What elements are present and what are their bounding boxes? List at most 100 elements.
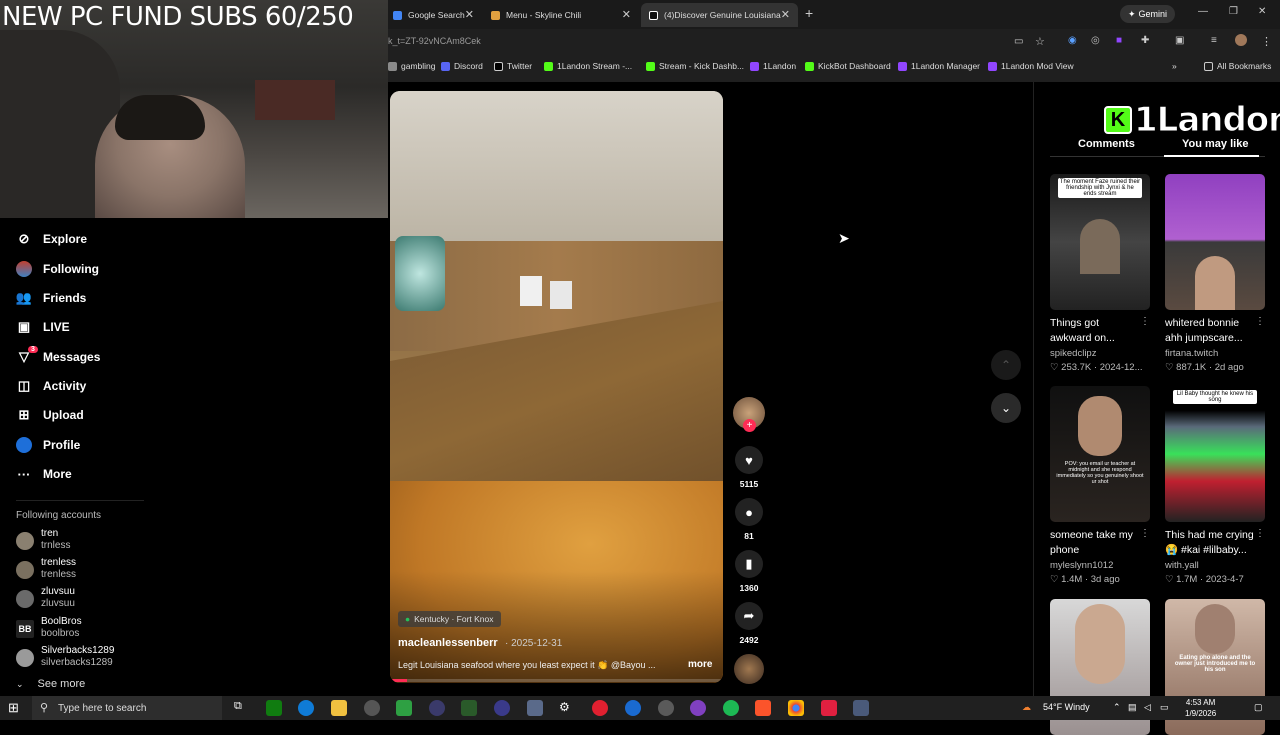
nav-activity[interactable]: ◫ Activity [16, 375, 87, 397]
nav-upload[interactable]: ⊞ Upload [16, 404, 84, 426]
network-icon[interactable]: ▤ [1128, 702, 1137, 713]
previous-video-button[interactable]: ⌃ [991, 350, 1021, 380]
app-icon[interactable] [625, 700, 641, 716]
task-view-icon[interactable]: ⧉ [234, 700, 250, 716]
see-more-button[interactable]: ⌄ See more [16, 678, 85, 690]
next-video-button[interactable]: ⌄ [991, 393, 1021, 423]
nav-friends[interactable]: 👥 Friends [16, 287, 86, 309]
profile-avatar[interactable] [1235, 34, 1247, 46]
bookmark-1landon-mod-view[interactable]: 1Landon Mod View [988, 61, 1074, 71]
tab-you-may-like[interactable]: You may like [1182, 138, 1248, 150]
app-icon[interactable] [821, 700, 837, 716]
tab-comments[interactable]: Comments [1078, 138, 1135, 150]
video-card[interactable]: whitered bonnie ahh jumpscare... ⋮ firta… [1165, 174, 1265, 373]
kebab-menu-icon[interactable]: ⋮ [1255, 528, 1265, 539]
brave-icon[interactable] [755, 700, 771, 716]
bookmark-1landon[interactable]: 1Landon [750, 61, 796, 71]
url-text[interactable]: k_t=ZT-92vNCAm8Cek [388, 36, 481, 46]
bookmark-gambling[interactable]: gambling [388, 61, 436, 71]
nav-profile[interactable]: Profile [16, 434, 80, 456]
tab-skyline-chili[interactable]: Menu - Skyline Chili ✕ [483, 3, 639, 27]
app-icon[interactable] [853, 700, 869, 716]
kebab-menu-icon[interactable]: ⋮ [1140, 316, 1150, 327]
close-icon[interactable]: ✕ [622, 8, 631, 21]
spotify-icon[interactable] [723, 700, 739, 716]
video-progress-bar[interactable] [390, 679, 723, 682]
follow-plus-icon[interactable]: + [743, 419, 756, 432]
minimize-icon[interactable]: — [1198, 6, 1208, 17]
file-explorer-icon[interactable] [331, 700, 347, 716]
app-icon[interactable] [690, 700, 706, 716]
volume-icon[interactable]: ◁ [1144, 702, 1151, 713]
all-bookmarks[interactable]: All Bookmarks [1204, 61, 1271, 71]
tray-chevron-icon[interactable]: ⌃ [1113, 702, 1121, 713]
more-icon: ··· [17, 466, 31, 482]
nav-more[interactable]: ··· More [16, 463, 72, 485]
downloads-icon[interactable]: ≡ [1211, 35, 1217, 46]
bookmark-star-icon[interactable]: ☆ [1035, 35, 1045, 48]
app-icon[interactable] [364, 700, 380, 716]
share-button[interactable]: ➦ 2492 [732, 602, 766, 645]
gemini-button[interactable]: ✦ Gemini [1120, 5, 1176, 23]
weather-text[interactable]: 54°F Windy [1043, 702, 1090, 712]
video-card[interactable]: The moment Faze ruined their friendship … [1050, 174, 1150, 373]
nvidia-icon[interactable] [461, 700, 477, 716]
bookmark-kickbot-dashboard[interactable]: KickBot Dashboard [805, 61, 891, 71]
extension-icon[interactable]: ◉ [1068, 35, 1077, 46]
like-button[interactable]: ♥ 5115 [732, 446, 766, 489]
tab-tiktok[interactable]: (4)Discover Genuine Louisiana ✕ [641, 3, 798, 27]
save-button[interactable]: ▮ 1360 [732, 550, 766, 593]
music-disc[interactable] [734, 654, 764, 684]
cast-icon[interactable]: ▭ [1014, 36, 1023, 47]
nav-explore[interactable]: ⊘ Explore [16, 228, 87, 250]
chrome-icon[interactable] [788, 700, 804, 716]
app-icon[interactable] [429, 700, 445, 716]
location-chip[interactable]: ● Kentucky · Fort Knox [398, 611, 501, 627]
bookmark-discord[interactable]: Discord [441, 61, 483, 71]
app-icon[interactable] [592, 700, 608, 716]
address-bar[interactable]: k_t=ZT-92vNCAm8Cek ▭ ☆ ◉ ◎ ■ ✚ ▣ ≡ ⋮ [388, 31, 1280, 55]
bookmark-twitter[interactable]: Twitter [494, 61, 532, 71]
nav-messages[interactable]: ▽ 3 Messages [16, 346, 100, 368]
battery-icon[interactable]: ▭ [1160, 702, 1169, 713]
bookmark-1landon-manager[interactable]: 1Landon Manager [898, 61, 980, 71]
restore-icon[interactable]: ❐ [1229, 6, 1238, 17]
nav-live[interactable]: ▣ LIVE [16, 316, 70, 338]
kebab-menu-icon[interactable]: ⋮ [1255, 316, 1265, 327]
window-close-icon[interactable]: ✕ [1258, 6, 1266, 17]
close-icon[interactable]: ✕ [465, 8, 474, 21]
bookmark-kick-dashboard[interactable]: Stream - Kick Dashb... [646, 61, 744, 71]
taskbar-search[interactable]: ⚲ Type here to search [32, 696, 222, 720]
video-card[interactable]: POV: you email ur teacher at midnight an… [1050, 386, 1150, 585]
close-icon[interactable]: ✕ [780, 8, 790, 21]
bookmarks-overflow-icon[interactable]: » [1172, 61, 1177, 71]
notifications-icon[interactable]: ▢ [1254, 702, 1263, 713]
tab-label: Menu - Skyline Chili [506, 10, 582, 20]
app-icon[interactable] [494, 700, 510, 716]
xbox-icon[interactable] [266, 700, 282, 716]
app-icon[interactable] [396, 700, 412, 716]
new-tab-icon[interactable]: + [805, 5, 813, 21]
caption-more-button[interactable]: more [688, 659, 712, 670]
puzzle-icon[interactable]: ✚ [1141, 35, 1149, 46]
extension-icon[interactable]: ◎ [1091, 35, 1100, 46]
video-player[interactable]: ● Kentucky · Fort Knox macleanlessenberr … [390, 91, 723, 683]
app-icon[interactable] [658, 700, 674, 716]
kebab-menu-icon[interactable]: ⋮ [1261, 35, 1272, 48]
video-author[interactable]: macleanlessenberr [398, 637, 498, 649]
bookmark-1landon-stream[interactable]: 1Landon Stream -... [544, 61, 632, 71]
twitch-extension-icon[interactable]: ■ [1116, 35, 1122, 46]
taskbar-clock[interactable]: 4:53 AM 1/9/2026 [1185, 697, 1216, 719]
calculator-icon[interactable] [527, 700, 543, 716]
weather-icon: ☁ [1022, 702, 1031, 712]
tab-google-search[interactable]: Google Search ✕ [385, 3, 482, 27]
divider [16, 500, 144, 501]
comment-button[interactable]: ● 81 [732, 498, 766, 541]
nav-following[interactable]: Following [16, 258, 99, 280]
kebab-menu-icon[interactable]: ⋮ [1140, 528, 1150, 539]
edge-icon[interactable] [298, 700, 314, 716]
sidepanel-icon[interactable]: ▣ [1175, 35, 1184, 46]
windows-start-icon[interactable]: ⊞ [8, 700, 19, 716]
settings-icon[interactable]: ⚙ [559, 700, 575, 716]
video-card[interactable]: Lil Baby thought he knew his song This h… [1165, 386, 1265, 585]
